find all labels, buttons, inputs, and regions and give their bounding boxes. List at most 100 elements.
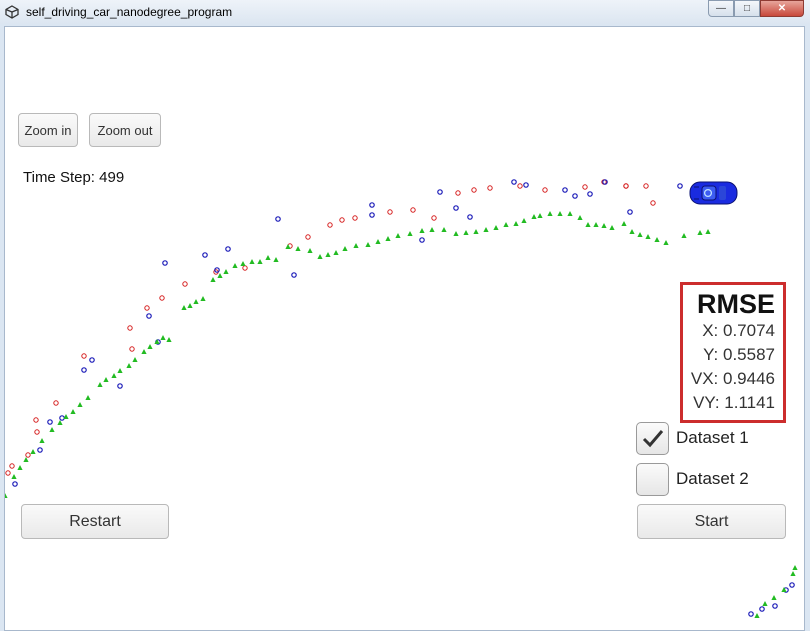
lidar-measurement-point: [81, 353, 87, 359]
estimate-marker: [521, 218, 527, 223]
lidar-measurement-point: [387, 209, 393, 215]
window-controls: — □ ✕: [708, 0, 804, 18]
lidar-measurement-point: [5, 470, 11, 476]
simulator-viewport[interactable]: Zoom in Zoom out Time Step: 499 RMSE X: …: [4, 26, 805, 631]
estimate-marker: [429, 227, 435, 232]
estimate-marker: [193, 299, 199, 304]
radar-measurement-point: [369, 212, 375, 218]
estimate-marker: [49, 427, 55, 432]
lidar-measurement-point: [242, 265, 248, 271]
estimate-marker: [17, 465, 23, 470]
rmse-panel: RMSE X: 0.7074 Y: 0.5587 VX: 0.9446 VY: …: [680, 282, 786, 423]
estimate-marker: [629, 229, 635, 234]
close-icon: ✕: [777, 3, 787, 14]
estimate-marker: [160, 335, 166, 340]
minimize-button[interactable]: —: [708, 0, 734, 17]
lidar-measurement-point: [129, 346, 135, 352]
radar-measurement-point: [467, 214, 473, 220]
estimate-marker: [681, 233, 687, 238]
radar-measurement-point: [202, 252, 208, 258]
lidar-measurement-point: [327, 222, 333, 228]
dataset-2-checkbox[interactable]: [636, 463, 669, 496]
lidar-measurement-point: [9, 463, 15, 469]
lidar-measurement-point: [471, 187, 477, 193]
radar-measurement-point: [789, 582, 795, 588]
lidar-measurement-point: [305, 234, 311, 240]
radar-measurement-point: [275, 216, 281, 222]
car-icon: [689, 181, 738, 205]
lidar-measurement-point: [127, 325, 133, 331]
maximize-button[interactable]: □: [734, 0, 760, 17]
restart-button[interactable]: Restart: [21, 504, 169, 539]
estimate-marker: [577, 215, 583, 220]
lidar-measurement-point: [431, 215, 437, 221]
estimate-marker: [132, 357, 138, 362]
lidar-measurement-point: [182, 281, 188, 287]
radar-measurement-point: [587, 191, 593, 197]
lidar-measurement-point: [34, 429, 40, 435]
lidar-measurement-point: [25, 452, 31, 458]
radar-measurement-point: [511, 179, 517, 185]
estimate-marker: [771, 595, 777, 600]
estimate-marker: [441, 227, 447, 232]
radar-measurement-point: [523, 182, 529, 188]
radar-measurement-point: [117, 383, 123, 389]
close-button[interactable]: ✕: [760, 0, 804, 17]
lidar-measurement-point: [144, 305, 150, 311]
estimate-marker: [663, 240, 669, 245]
estimate-marker: [77, 402, 83, 407]
radar-measurement-point: [291, 272, 297, 278]
estimate-marker: [705, 229, 711, 234]
lidar-measurement-point: [643, 183, 649, 189]
estimate-marker: [547, 211, 553, 216]
estimate-marker: [217, 273, 223, 278]
lidar-measurement-point: [623, 183, 629, 189]
estimate-marker: [585, 222, 591, 227]
radar-measurement-point: [627, 209, 633, 215]
estimate-marker: [419, 228, 425, 233]
lidar-measurement-point: [339, 217, 345, 223]
estimate-marker: [697, 230, 703, 235]
radar-measurement-point: [225, 246, 231, 252]
estimate-marker: [493, 225, 499, 230]
estimate-marker: [762, 601, 768, 606]
estimate-marker: [30, 449, 36, 454]
estimate-marker: [295, 246, 301, 251]
estimate-marker: [503, 222, 509, 227]
estimate-marker: [273, 257, 279, 262]
estimate-marker: [453, 231, 459, 236]
time-step-label: Time Step: 499: [23, 169, 125, 186]
estimate-marker: [307, 248, 313, 253]
radar-measurement-point: [572, 193, 578, 199]
estimate-marker: [285, 244, 291, 249]
estimate-marker: [375, 239, 381, 244]
estimate-marker: [645, 234, 651, 239]
estimate-marker: [187, 303, 193, 308]
lidar-measurement-point: [352, 215, 358, 221]
estimate-marker: [223, 269, 229, 274]
rmse-title: RMSE: [696, 289, 775, 319]
radar-measurement-point: [162, 260, 168, 266]
radar-measurement-point: [419, 237, 425, 243]
start-button[interactable]: Start: [637, 504, 786, 539]
lidar-measurement-point: [542, 187, 548, 193]
estimate-marker: [200, 296, 206, 301]
lidar-measurement-point: [455, 190, 461, 196]
zoom-out-button[interactable]: Zoom out: [89, 113, 161, 147]
zoom-in-button[interactable]: Zoom in: [18, 113, 78, 147]
estimate-marker: [567, 211, 573, 216]
estimate-marker: [365, 242, 371, 247]
estimate-marker: [265, 255, 271, 260]
estimate-marker: [463, 230, 469, 235]
rmse-vy: VY: 1.1141: [693, 393, 775, 412]
estimate-marker: [333, 250, 339, 255]
dataset-1-checkbox[interactable]: [636, 422, 669, 455]
estimate-marker: [385, 236, 391, 241]
lidar-measurement-point: [159, 295, 165, 301]
radar-measurement-point: [748, 611, 754, 617]
lidar-measurement-point: [410, 207, 416, 213]
radar-measurement-point: [562, 187, 568, 193]
estimate-marker: [513, 221, 519, 226]
radar-measurement-point: [146, 313, 152, 319]
radar-measurement-point: [59, 415, 65, 421]
